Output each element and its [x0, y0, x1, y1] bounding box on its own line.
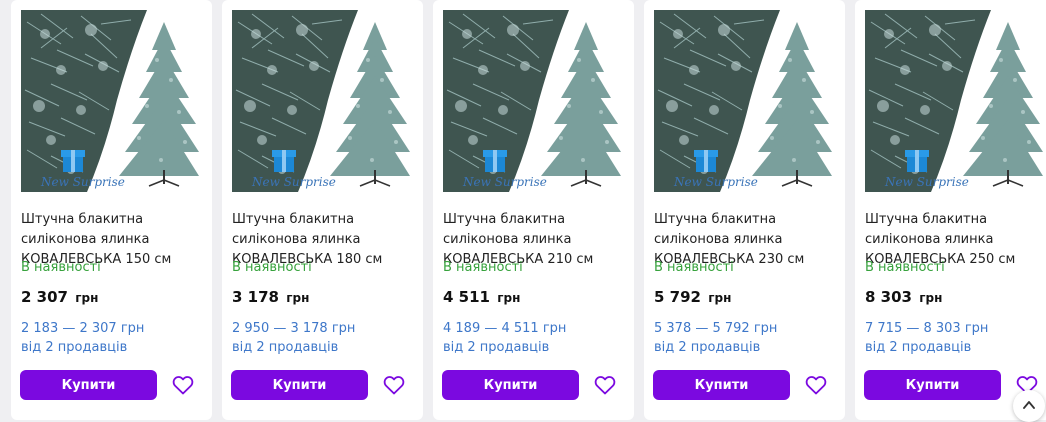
- product-price: 3 178 грн: [232, 287, 309, 308]
- availability-status: В наявності: [654, 260, 734, 275]
- buy-button[interactable]: Купити: [653, 370, 790, 400]
- availability-status: В наявності: [232, 260, 312, 275]
- availability-status: В наявності: [443, 260, 523, 275]
- favorite-button[interactable]: [171, 373, 195, 397]
- availability-status: В наявності: [21, 260, 101, 275]
- availability-status: В наявності: [865, 260, 945, 275]
- heart-outline-icon: [594, 376, 616, 395]
- product-card-5[interactable]: New Surprise Штучна блакитна силіконова …: [855, 0, 1046, 420]
- price-value: 4 511: [443, 288, 490, 306]
- product-price: 8 303 грн: [865, 287, 942, 308]
- product-image[interactable]: New Surprise: [232, 10, 410, 192]
- product-carousel: New Surprise Штучна блакитна силіконова …: [0, 0, 1046, 420]
- heart-outline-icon: [383, 376, 405, 395]
- brand-watermark: New Surprise: [673, 175, 758, 189]
- gift-box-icon: [905, 150, 929, 172]
- product-card-4[interactable]: New Surprise Штучна блакитна силіконова …: [644, 0, 845, 420]
- sellers-link[interactable]: від 2 продавців: [865, 338, 971, 357]
- buy-button[interactable]: Купити: [442, 370, 579, 400]
- brand-watermark: New Surprise: [40, 175, 125, 189]
- price-value: 2 307: [21, 288, 68, 306]
- sellers-link[interactable]: від 2 продавців: [21, 338, 127, 357]
- buy-button[interactable]: Купити: [231, 370, 368, 400]
- product-price: 5 792 грн: [654, 287, 731, 308]
- sellers-link[interactable]: від 2 продавців: [443, 338, 549, 357]
- price-range-link[interactable]: 7 715 — 8 303 грн: [865, 319, 988, 338]
- heart-outline-icon: [805, 376, 827, 395]
- brand-watermark: New Surprise: [884, 175, 969, 189]
- buy-button[interactable]: Купити: [864, 370, 1001, 400]
- brand-watermark: New Surprise: [462, 175, 547, 189]
- price-range-link[interactable]: 5 378 — 5 792 грн: [654, 319, 777, 338]
- heart-outline-icon: [172, 376, 194, 395]
- scroll-to-top-button[interactable]: [1013, 390, 1045, 422]
- favorite-button[interactable]: [593, 373, 617, 397]
- product-image[interactable]: New Surprise: [443, 10, 621, 192]
- sellers-link[interactable]: від 2 продавців: [654, 338, 760, 357]
- gift-box-icon: [272, 150, 296, 172]
- price-currency: грн: [75, 291, 99, 305]
- sellers-link[interactable]: від 2 продавців: [232, 338, 338, 357]
- chevron-up-icon: [1023, 401, 1035, 409]
- price-range-link[interactable]: 2 183 — 2 307 грн: [21, 319, 144, 338]
- favorite-button[interactable]: [804, 373, 828, 397]
- product-image[interactable]: New Surprise: [865, 10, 1043, 192]
- product-card-1[interactable]: New Surprise Штучна блакитна силіконова …: [11, 0, 212, 420]
- price-range-link[interactable]: 2 950 — 3 178 грн: [232, 319, 355, 338]
- price-value: 8 303: [865, 288, 912, 306]
- price-currency: грн: [919, 291, 943, 305]
- product-card-2[interactable]: New Surprise Штучна блакитна силіконова …: [222, 0, 423, 420]
- price-currency: грн: [708, 291, 732, 305]
- product-card-3[interactable]: New Surprise Штучна блакитна силіконова …: [433, 0, 634, 420]
- favorite-button[interactable]: [382, 373, 406, 397]
- product-price: 2 307 грн: [21, 287, 98, 308]
- product-image[interactable]: New Surprise: [654, 10, 832, 192]
- price-currency: грн: [497, 291, 521, 305]
- product-price: 4 511 грн: [443, 287, 520, 308]
- price-currency: грн: [286, 291, 310, 305]
- price-value: 5 792: [654, 288, 701, 306]
- price-value: 3 178: [232, 288, 279, 306]
- gift-box-icon: [694, 150, 718, 172]
- price-range-link[interactable]: 4 189 — 4 511 грн: [443, 319, 566, 338]
- brand-watermark: New Surprise: [251, 175, 336, 189]
- gift-box-icon: [483, 150, 507, 172]
- gift-box-icon: [61, 150, 85, 172]
- product-image[interactable]: New Surprise: [21, 10, 199, 192]
- buy-button[interactable]: Купити: [20, 370, 157, 400]
